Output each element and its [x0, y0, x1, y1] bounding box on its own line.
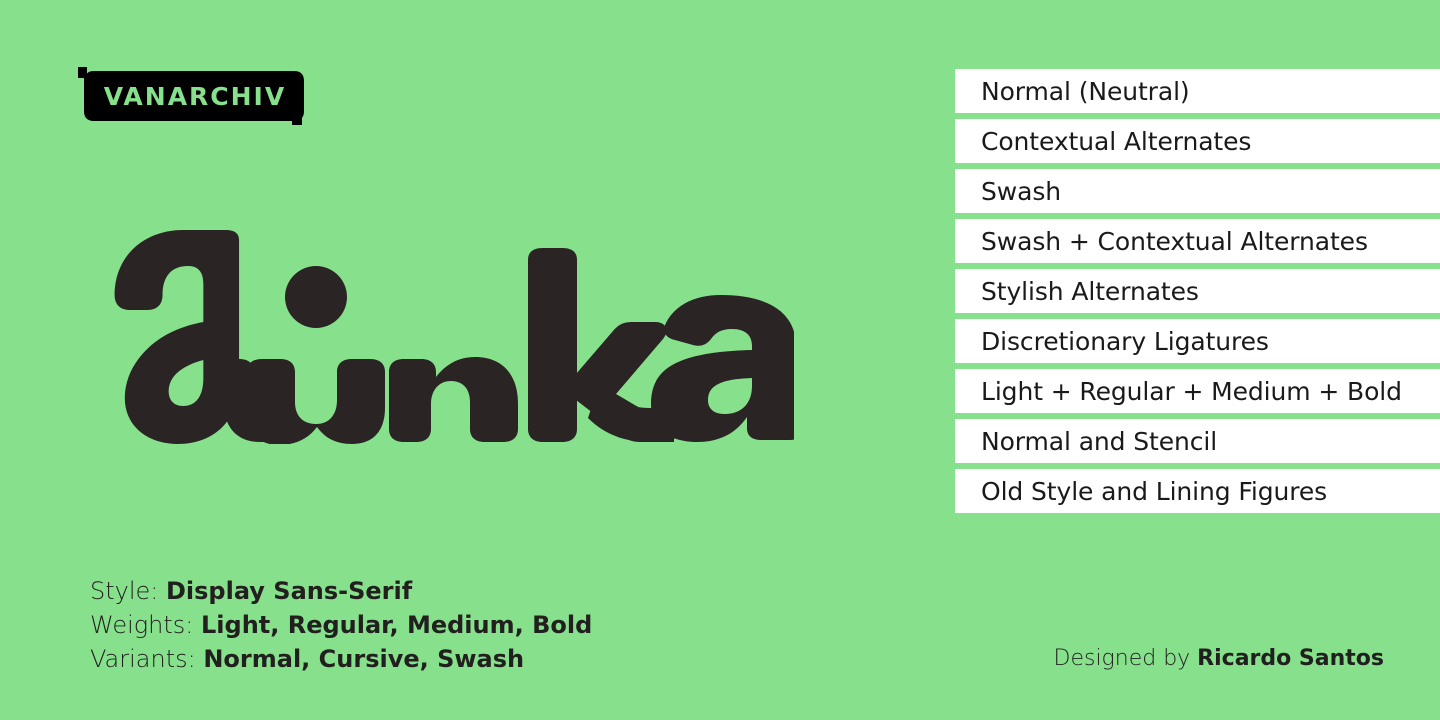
typeface-meta-block: Style: Display Sans-Serif Weights: Light…	[90, 574, 592, 676]
feature-label: Swash + Contextual Alternates	[981, 226, 1368, 256]
meta-key: Weights:	[90, 611, 201, 639]
feature-row[interactable]: Swash	[955, 169, 1440, 213]
feature-label: Light + Regular + Medium + Bold	[981, 376, 1402, 406]
meta-value: Normal, Cursive, Swash	[203, 645, 525, 673]
designer-credit: Designed by Ricardo Santos	[1054, 645, 1385, 673]
feature-label: Contextual Alternates	[981, 126, 1252, 156]
meta-value: Light, Regular, Medium, Bold	[201, 611, 593, 639]
feature-row[interactable]: Old Style and Lining Figures	[955, 469, 1440, 513]
brand-wordmark	[84, 222, 794, 444]
feature-row[interactable]: Normal (Neutral)	[955, 69, 1440, 113]
feature-row[interactable]: Contextual Alternates	[955, 119, 1440, 163]
feature-row[interactable]: Stylish Alternates	[955, 269, 1440, 313]
feature-row[interactable]: Normal and Stencil	[955, 419, 1440, 463]
wordmark-glyphs	[114, 230, 794, 444]
feature-list: Normal (Neutral) Contextual Alternates S…	[955, 69, 1440, 519]
feature-label: Normal (Neutral)	[981, 76, 1190, 106]
feature-label: Swash	[981, 176, 1062, 206]
meta-row-variants: Variants: Normal, Cursive, Swash	[90, 642, 592, 676]
logo-text: VANARCHIV	[103, 81, 287, 111]
credit-prefix: Designed by	[1053, 646, 1198, 671]
meta-key: Style:	[90, 577, 166, 605]
feature-row[interactable]: Swash + Contextual Alternates	[955, 219, 1440, 263]
feature-label: Old Style and Lining Figures	[981, 476, 1328, 506]
meta-value: Display Sans-Serif	[166, 577, 413, 605]
meta-key: Variants:	[90, 645, 204, 673]
feature-label: Normal and Stencil	[981, 426, 1218, 456]
meta-row-style: Style: Display Sans-Serif	[90, 574, 592, 608]
brand-logo-badge[interactable]: VANARCHIV	[78, 67, 308, 125]
credit-designer-name: Ricardo Santos	[1197, 646, 1384, 671]
feature-row[interactable]: Discretionary Ligatures	[955, 319, 1440, 363]
meta-row-weights: Weights: Light, Regular, Medium, Bold	[90, 608, 592, 642]
poster-canvas: VANARCHIV Normal (Neutral) Contextual Al…	[0, 0, 1440, 720]
feature-label: Discretionary Ligatures	[981, 326, 1269, 356]
feature-label: Stylish Alternates	[981, 276, 1199, 306]
feature-row[interactable]: Light + Regular + Medium + Bold	[955, 369, 1440, 413]
